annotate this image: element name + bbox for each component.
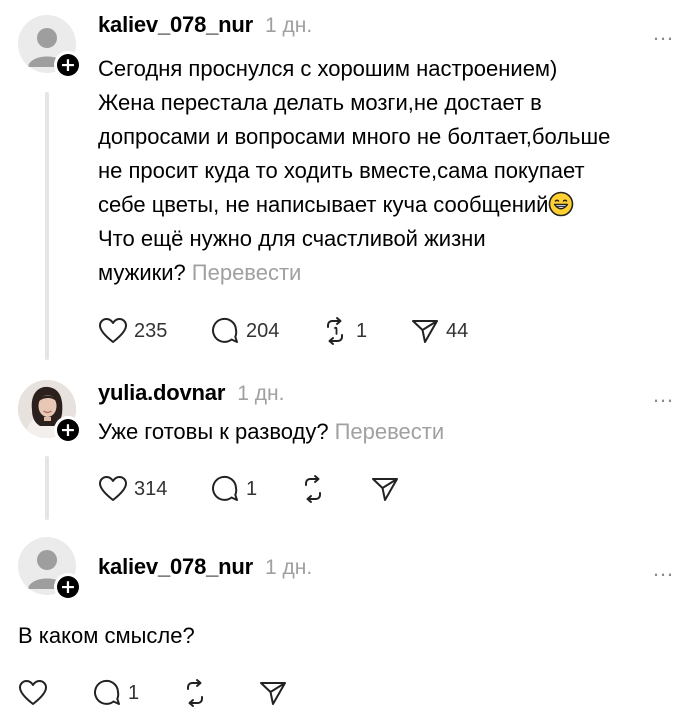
reply-button[interactable]: 1	[210, 474, 298, 504]
post-text: Уже готовы к разводу? Перевести	[98, 415, 444, 449]
plus-icon: +	[57, 576, 79, 598]
follow-button[interactable]: +	[54, 416, 82, 444]
username[interactable]: kaliev_078_nur	[98, 554, 253, 580]
post-header: kaliev_078_nur 1 дн.	[98, 12, 312, 38]
username[interactable]: yulia.dovnar	[98, 380, 225, 406]
plus-icon: +	[57, 54, 79, 76]
timestamp[interactable]: 1 дн.	[237, 382, 284, 406]
share-button[interactable]: 44	[410, 316, 468, 346]
comment-icon	[212, 317, 238, 343]
post-text: Сегодня проснулся с хорошим настроением)…	[98, 52, 610, 290]
thread-line	[45, 456, 49, 520]
like-count: 235	[134, 319, 168, 342]
timestamp[interactable]: 1 дн.	[265, 14, 312, 38]
action-bar: 235 204 1 44	[98, 316, 468, 346]
repost-button[interactable]	[180, 678, 258, 708]
username[interactable]: kaliev_078_nur	[98, 12, 253, 38]
post-line-text: себе цветы, не написывает куча сообщений	[98, 192, 549, 217]
reply-button[interactable]: 204	[210, 316, 320, 346]
repost-button[interactable]	[298, 474, 370, 504]
post-text: В каком смысле?	[18, 623, 195, 648]
heart-icon	[19, 680, 47, 705]
repost-icon	[305, 475, 321, 503]
post-line-text: Уже готовы к разводу?	[98, 419, 329, 444]
post-line: Что ещё нужно для счастливой жизни	[98, 226, 486, 251]
translate-link[interactable]: Перевести	[192, 260, 302, 285]
share-button[interactable]	[370, 474, 400, 504]
plus-icon: +	[57, 419, 79, 441]
repost-count: 1	[356, 319, 368, 342]
post-line: Сегодня проснулся с хорошим настроением)	[98, 56, 558, 81]
action-bar: 1	[18, 678, 288, 708]
follow-button[interactable]: +	[54, 573, 82, 601]
avatar[interactable]: +	[18, 380, 82, 444]
reply-count: 1	[246, 477, 258, 500]
timestamp[interactable]: 1 дн.	[265, 556, 312, 580]
reply-count: 204	[246, 319, 280, 342]
thread-line	[45, 92, 49, 360]
repost-icon	[327, 317, 343, 345]
like-button[interactable]	[18, 679, 92, 707]
like-button[interactable]: 235	[98, 317, 210, 345]
translate-link[interactable]: Перевести	[335, 419, 445, 444]
avatar[interactable]: +	[18, 15, 82, 79]
action-bar: 314 1	[98, 474, 400, 504]
post-line: допросами и вопросами много не болтает,б…	[98, 124, 611, 149]
send-icon	[372, 478, 398, 501]
send-icon	[260, 682, 286, 705]
more-options-icon[interactable]: …	[652, 22, 676, 44]
repost-icon	[187, 679, 203, 707]
post-line-text: мужики?	[98, 260, 186, 285]
comment-icon	[212, 475, 238, 501]
share-count: 44	[446, 319, 469, 342]
like-count: 314	[134, 477, 168, 500]
reply-button[interactable]: 1	[92, 678, 180, 708]
post-header: kaliev_078_nur 1 дн.	[98, 554, 312, 580]
post-line: Жена перестала делать мозги,не достает в	[98, 90, 542, 115]
post-line: не просит куда то ходить вместе,сама пок…	[98, 158, 585, 183]
grinning-face-emoji-icon	[549, 191, 574, 217]
post-line: мужики? Перевести	[98, 256, 610, 290]
avatar[interactable]: +	[18, 537, 82, 601]
post-header: yulia.dovnar 1 дн.	[98, 380, 284, 406]
comment-icon	[94, 679, 120, 705]
more-options-icon[interactable]: …	[652, 558, 676, 580]
like-button[interactable]: 314	[98, 475, 210, 503]
repost-button[interactable]: 1	[320, 316, 410, 346]
heart-icon	[99, 318, 127, 343]
follow-button[interactable]: +	[54, 51, 82, 79]
heart-icon	[99, 476, 127, 501]
send-icon	[412, 320, 438, 343]
more-options-icon[interactable]: …	[652, 384, 676, 406]
share-button[interactable]	[258, 678, 288, 708]
post-line: себе цветы, не написывает куча сообщений	[98, 188, 610, 222]
reply-count: 1	[128, 681, 140, 704]
